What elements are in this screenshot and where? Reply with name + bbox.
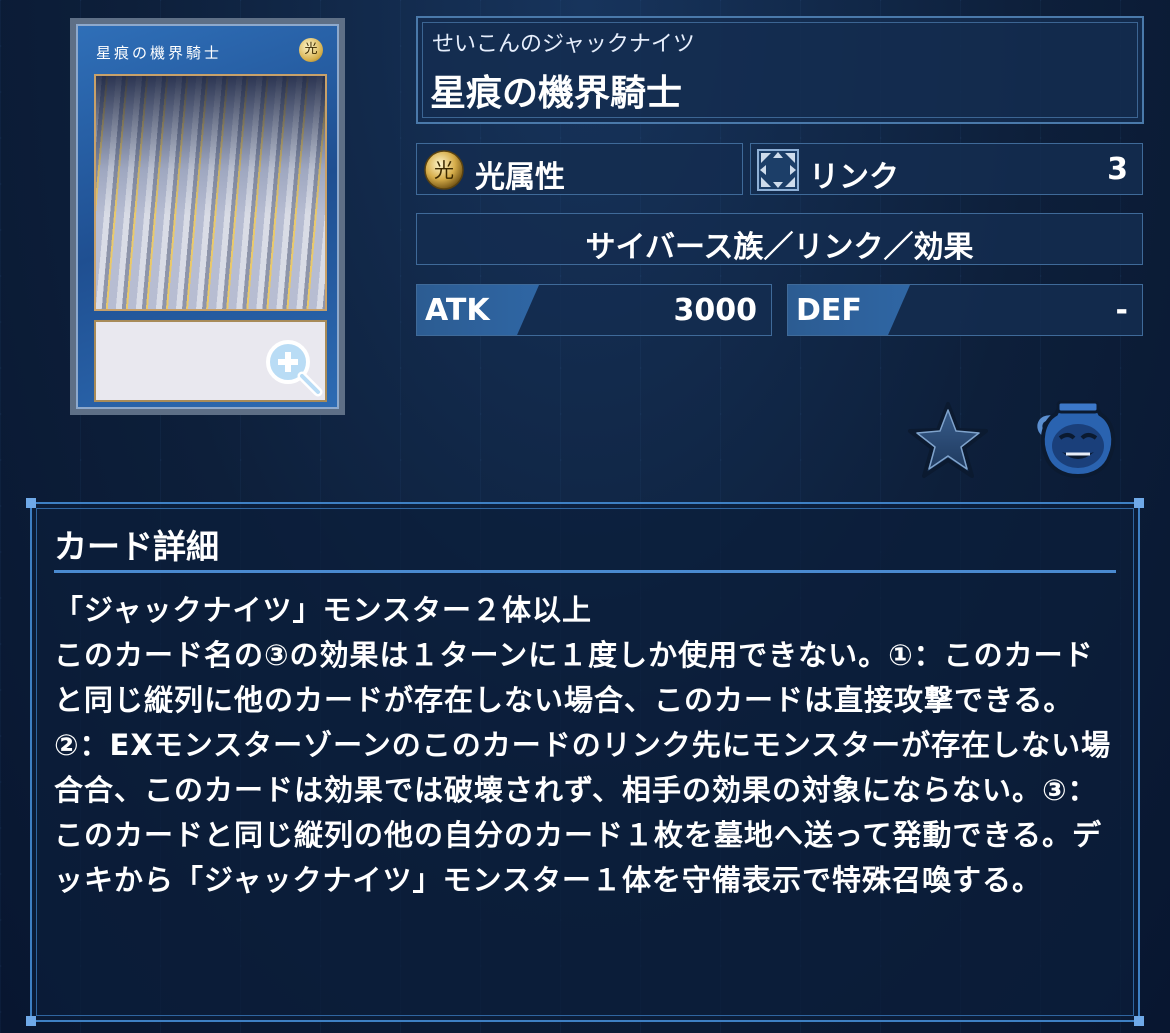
corner-ornament — [26, 498, 36, 508]
def-label: DEF — [796, 293, 862, 328]
attribute-label: 光属性 — [475, 160, 565, 195]
card-effect-text: 「ジャックナイツ」モンスター２体以上 このカード名の③の効果は１ターンに１度しか… — [54, 588, 1116, 903]
star-icon[interactable] — [906, 400, 990, 480]
card-name-panel: せいこんのジャックナイツ 星痕の機界騎士 — [416, 16, 1144, 124]
effect-description: このカード名の③の効果は１ターンに１度しか使用できない。①：このカードと同じ縦列… — [54, 638, 1112, 897]
atk-value: 3000 — [673, 293, 758, 328]
card-image-name: 星痕の機界騎士 — [96, 44, 223, 62]
svg-text:光: 光 — [434, 158, 454, 182]
card-image[interactable]: 星痕の機界騎士 光 — [70, 18, 345, 415]
def-panel: DEF - — [787, 284, 1143, 336]
link-panel: リンク 3 — [750, 143, 1143, 195]
def-value: - — [1115, 293, 1128, 328]
pot-of-greed-icon[interactable] — [1030, 398, 1126, 482]
link-rating: 3 — [1107, 152, 1128, 187]
card-artwork — [94, 74, 327, 311]
link-label: リンク — [809, 160, 899, 195]
zoom-icon[interactable] — [262, 336, 324, 398]
monster-type-line: サイバース族／リンク／効果 — [585, 230, 974, 265]
card-title: 星痕の機界騎士 — [430, 73, 683, 114]
card-detail-panel: カード詳細 「ジャックナイツ」モンスター２体以上 このカード名の③の効果は１ター… — [26, 498, 1144, 1026]
detail-heading: カード詳細 — [54, 527, 219, 566]
atk-label: ATK — [425, 293, 490, 328]
card-attribute-badge: 光 — [299, 38, 323, 62]
detail-divider — [54, 570, 1116, 573]
atk-panel: ATK 3000 — [416, 284, 772, 336]
link-arrows-icon — [757, 149, 799, 191]
card-ruby: せいこんのジャックナイツ — [432, 32, 695, 57]
corner-ornament — [1134, 1016, 1144, 1026]
material-requirement: 「ジャックナイツ」モンスター２体以上 — [54, 593, 592, 627]
attribute-panel: 光 光属性 — [416, 143, 743, 195]
type-panel: サイバース族／リンク／効果 — [416, 213, 1143, 265]
light-attribute-icon: 光 — [424, 150, 464, 190]
corner-ornament — [26, 1016, 36, 1026]
corner-ornament — [1134, 498, 1144, 508]
